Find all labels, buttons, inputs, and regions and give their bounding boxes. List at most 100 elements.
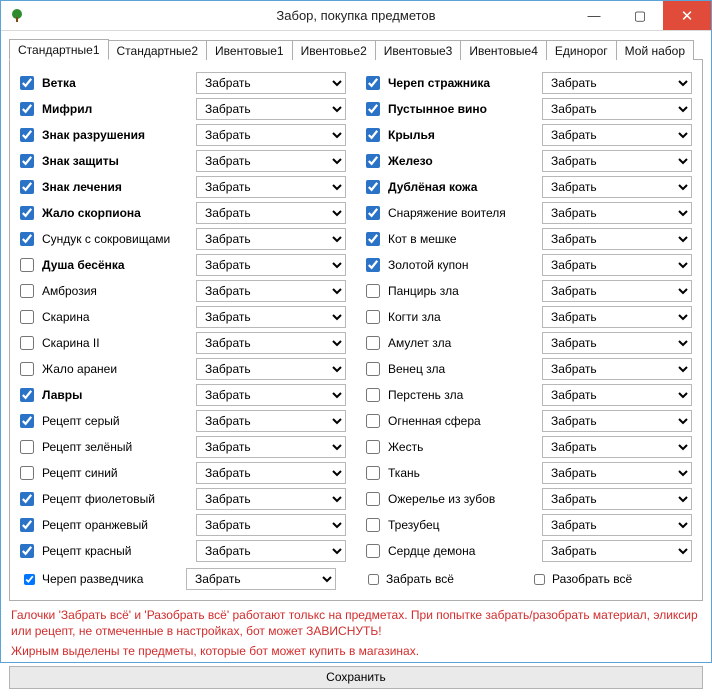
take-all-checkbox[interactable] [368,573,379,586]
item-action-select[interactable]: Забрать [196,202,346,224]
tab-3[interactable]: Ивентовье2 [292,40,376,60]
item-checkbox[interactable] [20,440,34,454]
item-action-select[interactable]: Забрать [196,462,346,484]
item-checkbox[interactable] [366,466,380,480]
item-checkbox[interactable] [366,414,380,428]
item-checkbox[interactable] [366,232,380,246]
item-action-select[interactable]: Забрать [196,436,346,458]
item-action-select[interactable]: Забрать [196,228,346,250]
close-button[interactable]: ✕ [663,1,711,30]
item-action-select[interactable]: Забрать [196,514,346,536]
item-action-select[interactable]: Забрать [542,98,692,120]
item-action-select[interactable]: Забрать [196,124,346,146]
item-action-select[interactable]: Забрать [542,280,692,302]
item-action-select[interactable]: Забрать [542,202,692,224]
item-action-select[interactable]: Забрать [542,540,692,562]
item-action-select[interactable]: Забрать [186,568,336,590]
item-checkbox[interactable] [20,76,34,90]
item-action-select[interactable]: Забрать [542,306,692,328]
item-checkbox[interactable] [20,232,34,246]
item-action-select[interactable]: Забрать [542,358,692,380]
item-action-select[interactable]: Забрать [542,124,692,146]
item-checkbox[interactable] [20,180,34,194]
item-label: Трезубец [388,518,538,532]
item-label: Мифрил [42,102,192,116]
tab-4[interactable]: Ивентовые3 [375,40,462,60]
item-checkbox[interactable] [20,128,34,142]
item-checkbox[interactable] [20,518,34,532]
item-action-select[interactable]: Забрать [196,150,346,172]
tab-0[interactable]: Стандартные1 [9,39,109,60]
item-action-select[interactable]: Забрать [196,488,346,510]
item-action-select[interactable]: Забрать [196,384,346,406]
item-row: Рецепт фиолетовыйЗабрать [20,486,346,512]
item-action-select[interactable]: Забрать [196,254,346,276]
item-checkbox[interactable] [366,518,380,532]
item-checkbox[interactable] [20,258,34,272]
item-checkbox[interactable] [366,154,380,168]
item-action-select[interactable]: Забрать [542,410,692,432]
item-action-select[interactable]: Забрать [196,98,346,120]
item-action-select[interactable]: Забрать [542,72,692,94]
item-checkbox[interactable] [366,128,380,142]
item-action-select[interactable]: Забрать [196,358,346,380]
client-area: Стандартные1Стандартные2Ивентовые1Ивенто… [1,31,711,697]
item-action-select[interactable]: Забрать [542,514,692,536]
minimize-button[interactable]: — [571,1,617,30]
item-checkbox[interactable] [366,76,380,90]
item-action-select[interactable]: Забрать [542,150,692,172]
tab-2[interactable]: Ивентовые1 [206,40,293,60]
item-row: Трезубец Забрать [366,512,692,538]
item-checkbox[interactable] [366,206,380,220]
item-action-select[interactable]: Забрать [542,254,692,276]
item-checkbox[interactable] [366,310,380,324]
item-action-select[interactable]: Забрать [542,436,692,458]
item-checkbox[interactable] [20,284,34,298]
item-checkbox[interactable] [366,440,380,454]
save-button[interactable]: Сохранить [9,666,703,689]
item-action-select[interactable]: Забрать [196,332,346,354]
item-checkbox[interactable] [20,336,34,350]
item-checkbox[interactable] [20,414,34,428]
item-checkbox[interactable] [366,362,380,376]
item-checkbox[interactable] [20,206,34,220]
item-row: Рецепт оранжевыйЗабрать [20,512,346,538]
item-action-select[interactable]: Забрать [196,176,346,198]
item-checkbox[interactable] [20,154,34,168]
tab-1[interactable]: Стандартные2 [108,40,208,60]
item-checkbox[interactable] [24,573,35,586]
item-action-select[interactable]: Забрать [542,228,692,250]
item-action-select[interactable]: Забрать [196,410,346,432]
item-checkbox[interactable] [20,544,34,558]
item-checkbox[interactable] [366,258,380,272]
item-checkbox[interactable] [20,102,34,116]
item-action-select[interactable]: Забрать [196,280,346,302]
item-action-select[interactable]: Забрать [196,72,346,94]
tab-6[interactable]: Единорог [546,40,617,60]
tab-5[interactable]: Ивентовые4 [460,40,547,60]
item-checkbox[interactable] [20,466,34,480]
item-checkbox[interactable] [366,284,380,298]
tab-7[interactable]: Мой набор [616,40,694,60]
item-checkbox[interactable] [20,362,34,376]
item-checkbox[interactable] [20,492,34,506]
item-checkbox[interactable] [366,492,380,506]
item-checkbox[interactable] [366,180,380,194]
item-action-select[interactable]: Забрать [196,540,346,562]
item-action-select[interactable]: Забрать [542,488,692,510]
item-checkbox[interactable] [20,310,34,324]
maximize-button[interactable]: ▢ [617,1,663,30]
item-checkbox[interactable] [366,544,380,558]
disassemble-all-checkbox[interactable] [534,573,545,586]
item-label: Ветка [42,76,192,90]
item-checkbox[interactable] [366,102,380,116]
item-checkbox[interactable] [20,388,34,402]
item-checkbox[interactable] [366,336,380,350]
item-action-select[interactable]: Забрать [542,332,692,354]
item-action-select[interactable]: Забрать [542,462,692,484]
item-action-select[interactable]: Забрать [542,384,692,406]
item-action-select[interactable]: Забрать [542,176,692,198]
item-action-select[interactable]: Забрать [196,306,346,328]
item-checkbox[interactable] [366,388,380,402]
item-row: Знак защитыЗабрать [20,148,346,174]
